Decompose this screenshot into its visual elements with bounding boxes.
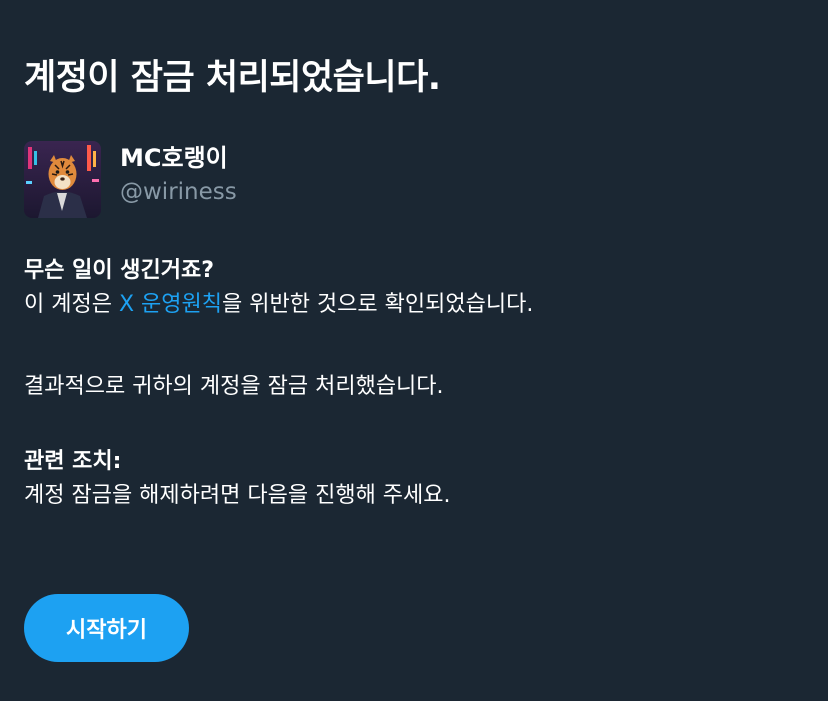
- result-section: 결과적으로 귀하의 계정을 잠금 처리했습니다.: [24, 370, 444, 404]
- what-happened-title: 무슨 일이 생긴거죠?: [24, 258, 215, 283]
- result-text: 결과적으로 귀하의 계정을 잠금 처리했습니다.: [24, 374, 444, 399]
- account-handle: @wiriness: [120, 179, 237, 205]
- start-button[interactable]: 시작하기: [24, 594, 189, 662]
- violation-text-suffix: 을 위반한 것으로 확인되었습니다.: [221, 292, 534, 317]
- violation-text-prefix: 이 계정은: [24, 292, 119, 317]
- tiger-avatar-icon: [24, 141, 101, 218]
- what-happened-section: 무슨 일이 생긴거죠? 이 계정은 X 운영원칙을 위반한 것으로 확인되었습니…: [24, 254, 533, 322]
- rules-link[interactable]: X 운영원칙: [119, 292, 222, 317]
- page-title: 계정이 잠금 처리되었습니다.: [24, 58, 441, 98]
- related-actions-section: 관련 조치: 계정 잠금을 해제하려면 다음을 진행해 주세요.: [24, 445, 451, 513]
- account-profile: MC호랭이 @wiriness: [24, 141, 237, 218]
- violation-text: 이 계정은 X 운영원칙을 위반한 것으로 확인되었습니다.: [24, 288, 533, 322]
- profile-names: MC호랭이 @wiriness: [120, 141, 237, 209]
- display-name: MC호랭이: [120, 144, 228, 172]
- avatar: [24, 141, 101, 218]
- related-actions-text: 계정 잠금을 해제하려면 다음을 진행해 주세요.: [24, 483, 451, 508]
- related-actions-title: 관련 조치:: [24, 449, 122, 474]
